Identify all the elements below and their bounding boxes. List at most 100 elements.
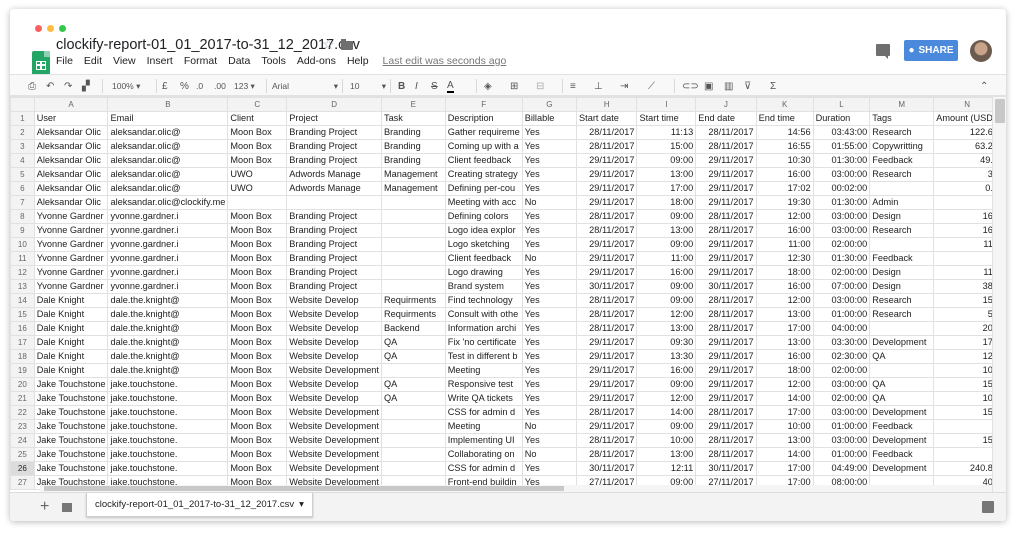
font-size-select[interactable]: 10 ▾ [350, 79, 386, 93]
cell[interactable]: 0.4 [933, 181, 1001, 196]
cell[interactable]: Feedback [869, 447, 935, 462]
cell[interactable]: QA [869, 391, 935, 406]
cell[interactable]: Website Development [286, 405, 382, 420]
cell[interactable]: 18:00 [755, 363, 814, 378]
cell[interactable]: 30/11/2017 [695, 279, 757, 294]
cell[interactable]: Website Develop [286, 377, 382, 392]
cell[interactable]: Branding Project [286, 251, 382, 266]
font-family-select[interactable]: Arial ▾ [272, 79, 338, 93]
cell[interactable]: Yes [521, 265, 578, 280]
cell[interactable]: Moon Box [227, 405, 288, 420]
cell[interactable]: Dale Knight [33, 349, 109, 364]
row-header[interactable]: 13 [10, 279, 35, 294]
cell[interactable]: dale.the.knight@ [107, 293, 229, 308]
cell[interactable]: 17:02 [755, 181, 814, 196]
cell[interactable]: Aleksandar Olic [33, 167, 109, 182]
cell[interactable]: Adwords Manage [286, 181, 382, 196]
cell[interactable]: 28/11/2017 [695, 209, 757, 224]
row-header[interactable]: 3 [10, 139, 35, 154]
cell[interactable]: 28/11/2017 [695, 223, 757, 238]
cell[interactable]: 49.5 [933, 153, 1001, 168]
cell[interactable]: 0 [933, 419, 1001, 434]
cell[interactable]: Feedback [869, 153, 935, 168]
cell[interactable]: Management [380, 181, 446, 196]
insert-comment-icon[interactable]: ▣ [704, 79, 713, 93]
cell[interactable]: Branding [380, 153, 446, 168]
cell[interactable]: 28/11/2017 [576, 405, 638, 420]
cell[interactable]: 16:00 [755, 349, 814, 364]
sheets-logo-icon[interactable] [32, 51, 50, 75]
all-sheets-icon[interactable] [62, 503, 72, 512]
row-header[interactable]: 24 [10, 433, 35, 448]
cell[interactable]: 28/11/2017 [576, 321, 638, 336]
cell[interactable]: Branding Project [286, 223, 382, 238]
cell[interactable]: Moon Box [227, 237, 288, 252]
cell[interactable]: 03:00:00 [812, 223, 871, 238]
cell[interactable]: Moon Box [227, 265, 288, 280]
cell[interactable]: Requirments [380, 307, 446, 322]
zoom-select[interactable]: 100% ▾ [112, 79, 140, 93]
cell[interactable]: Research [869, 125, 935, 140]
cell[interactable]: Moon Box [227, 293, 288, 308]
cell[interactable]: 29/11/2017 [576, 419, 638, 434]
cell[interactable]: Aleksandar Olic [33, 139, 109, 154]
row-header[interactable]: 7 [10, 195, 35, 210]
cell[interactable]: Logo idea explor [444, 223, 523, 238]
cell[interactable]: 13:00 [636, 223, 697, 238]
cell[interactable]: Meeting [444, 419, 523, 434]
cell[interactable]: QA [380, 349, 446, 364]
cell[interactable] [227, 195, 288, 210]
cell[interactable]: 29/11/2017 [576, 265, 638, 280]
cell[interactable]: Yes [521, 293, 578, 308]
cell[interactable]: Website Development [286, 447, 382, 462]
cell[interactable]: Client [227, 111, 288, 126]
cell[interactable]: 17:00 [755, 405, 814, 420]
cell[interactable]: 100 [933, 391, 1001, 406]
cell[interactable]: 01:00:00 [812, 307, 871, 322]
cell[interactable]: 175 [933, 335, 1001, 350]
cell[interactable]: Implementing UI [444, 433, 523, 448]
column-header[interactable]: N [933, 97, 1001, 112]
cell[interactable]: yvonne.gardner.i [107, 279, 229, 294]
menu-item-view[interactable]: View [113, 55, 136, 67]
cell[interactable]: Yvonne Gardner [33, 251, 109, 266]
cell[interactable]: 01:30:00 [812, 153, 871, 168]
cell[interactable]: Moon Box [227, 321, 288, 336]
row-header[interactable]: 8 [10, 209, 35, 224]
cell[interactable]: Jake Touchstone [33, 377, 109, 392]
cell[interactable]: 13:00 [636, 447, 697, 462]
text-wrapping-icon[interactable]: ⇥ [620, 79, 628, 93]
cell[interactable]: aleksandar.olic@ [107, 153, 229, 168]
column-header[interactable]: C [227, 97, 288, 112]
cell[interactable]: 29/11/2017 [695, 349, 757, 364]
cell[interactable]: 36 [933, 167, 1001, 182]
cell[interactable]: dale.the.knight@ [107, 349, 229, 364]
cell[interactable]: 28/11/2017 [576, 447, 638, 462]
cell[interactable]: Defining colors [444, 209, 523, 224]
cell[interactable]: 165 [933, 223, 1001, 238]
cell[interactable]: Development [869, 405, 935, 420]
cell[interactable]: QA [380, 391, 446, 406]
cell[interactable]: 29/11/2017 [576, 251, 638, 266]
text-rotation-icon[interactable]: ⟋ [648, 79, 655, 93]
cell[interactable]: Moon Box [227, 251, 288, 266]
cell[interactable]: QA [380, 335, 446, 350]
menu-item-edit[interactable]: Edit [84, 55, 102, 67]
last-edit-link[interactable]: Last edit was seconds ago [383, 55, 507, 67]
cell[interactable]: Yes [521, 307, 578, 322]
cell[interactable]: 11:00 [636, 251, 697, 266]
cell[interactable]: Yes [521, 377, 578, 392]
cell[interactable] [380, 209, 446, 224]
cell[interactable]: 18:00 [755, 265, 814, 280]
cell[interactable]: Website Develop [286, 293, 382, 308]
cell[interactable]: Yes [521, 321, 578, 336]
cell[interactable]: aleksandar.olic@ [107, 181, 229, 196]
menu-item-data[interactable]: Data [228, 55, 250, 67]
cell[interactable]: Start date [576, 111, 638, 126]
cell[interactable]: Research [869, 167, 935, 182]
cell[interactable]: 29/11/2017 [695, 195, 757, 210]
cell[interactable]: 12:11 [636, 461, 697, 476]
cell[interactable]: Email [107, 111, 229, 126]
cell[interactable]: Yes [521, 279, 578, 294]
cell[interactable]: 29/11/2017 [576, 377, 638, 392]
